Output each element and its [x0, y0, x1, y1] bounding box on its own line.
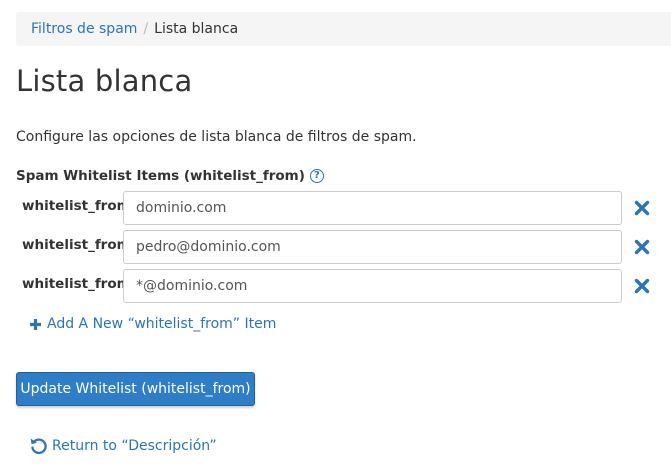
- add-whitelist-item-link[interactable]: Add A New “whitelist_from” Item: [29, 316, 276, 332]
- whitelist-section-label: Spam Whitelist Items (whitelist_from) ?: [16, 168, 324, 184]
- whitelist-row: whitelist_from: [0, 191, 671, 225]
- whitelist-section-label-text: Spam Whitelist Items (whitelist_from): [16, 168, 305, 184]
- close-icon[interactable]: [633, 199, 651, 217]
- undo-icon: [30, 438, 47, 455]
- add-whitelist-item-label: Add A New “whitelist_from” Item: [47, 316, 277, 332]
- whitelist-row-label: whitelist_from: [22, 237, 131, 253]
- return-link[interactable]: Return to “Descripción”: [29, 436, 217, 455]
- whitelist-input[interactable]: [123, 191, 622, 225]
- breadcrumb: Filtros de spam / Lista blanca: [16, 12, 671, 46]
- breadcrumb-current: Lista blanca: [154, 21, 239, 37]
- page-title: Lista blanca: [16, 64, 193, 98]
- whitelist-row: whitelist_from: [0, 230, 671, 264]
- breadcrumb-link-spam-filters[interactable]: Filtros de spam: [31, 21, 137, 37]
- close-icon[interactable]: [633, 238, 651, 256]
- whitelist-row: whitelist_from: [0, 269, 671, 303]
- plus-icon: [30, 318, 41, 330]
- close-icon[interactable]: [633, 277, 651, 295]
- update-whitelist-button[interactable]: Update Whitelist (whitelist_from): [16, 372, 255, 406]
- whitelist-input[interactable]: [123, 269, 622, 303]
- whitelist-input[interactable]: [123, 230, 622, 264]
- breadcrumb-separator: /: [143, 21, 149, 37]
- whitelist-row-label: whitelist_from: [22, 276, 131, 292]
- question-circle-icon[interactable]: ?: [309, 169, 324, 183]
- return-link-label: Return to “Descripción”: [52, 437, 217, 454]
- page-description: Configure las opciones de lista blanca d…: [16, 129, 417, 145]
- whitelist-row-label: whitelist_from: [22, 198, 131, 214]
